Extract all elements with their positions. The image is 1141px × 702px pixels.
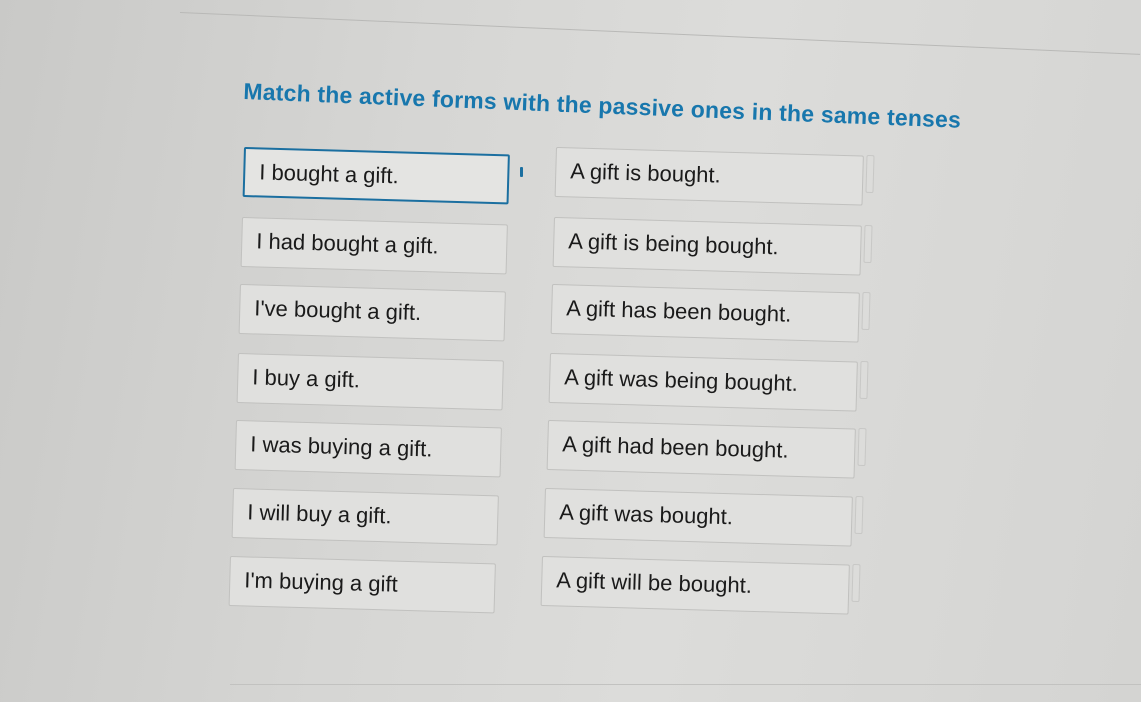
passive-form-card[interactable]: A gift was bought. — [543, 488, 853, 547]
drag-handle[interactable] — [863, 224, 873, 264]
active-form-card[interactable]: I bought a gift. — [242, 147, 510, 205]
match-row: I was buying a gift. A gift had been bou… — [234, 420, 876, 479]
match-row: I've bought a gift. A gift has been boug… — [238, 284, 880, 343]
drag-handle[interactable] — [854, 495, 864, 535]
passive-form-card[interactable]: A gift is being bought. — [552, 217, 862, 276]
match-row: I bought a gift. A gift is bought. — [242, 147, 884, 206]
match-row: I buy a gift. A gift was being bought. — [236, 353, 878, 412]
drag-handle[interactable] — [859, 360, 869, 400]
connector-dot — [520, 167, 523, 177]
drag-handle[interactable] — [861, 291, 871, 331]
active-form-card[interactable]: I was buying a gift. — [234, 420, 502, 478]
drag-handle[interactable] — [865, 154, 875, 194]
passive-form-card[interactable]: A gift is bought. — [554, 147, 864, 206]
match-row: I'm buying a gift A gift will be bought. — [228, 556, 870, 615]
match-row: I will buy a gift. A gift was bought. — [231, 488, 873, 547]
drag-handle[interactable] — [851, 563, 861, 603]
match-row: I had bought a gift. A gift is being bou… — [240, 217, 882, 276]
active-form-card[interactable]: I had bought a gift. — [240, 217, 508, 275]
passive-form-card[interactable]: A gift will be bought. — [540, 556, 850, 615]
active-form-card[interactable]: I'm buying a gift — [228, 556, 496, 614]
passive-form-card[interactable]: A gift has been bought. — [550, 284, 860, 343]
active-form-card[interactable]: I buy a gift. — [236, 353, 504, 411]
drag-handle[interactable] — [857, 427, 867, 467]
active-form-card[interactable]: I've bought a gift. — [238, 284, 506, 342]
bottom-divider — [230, 684, 1141, 685]
active-form-card[interactable]: I will buy a gift. — [231, 488, 499, 546]
passive-form-card[interactable]: A gift was being bought. — [548, 353, 858, 412]
passive-form-card[interactable]: A gift had been bought. — [546, 420, 856, 479]
